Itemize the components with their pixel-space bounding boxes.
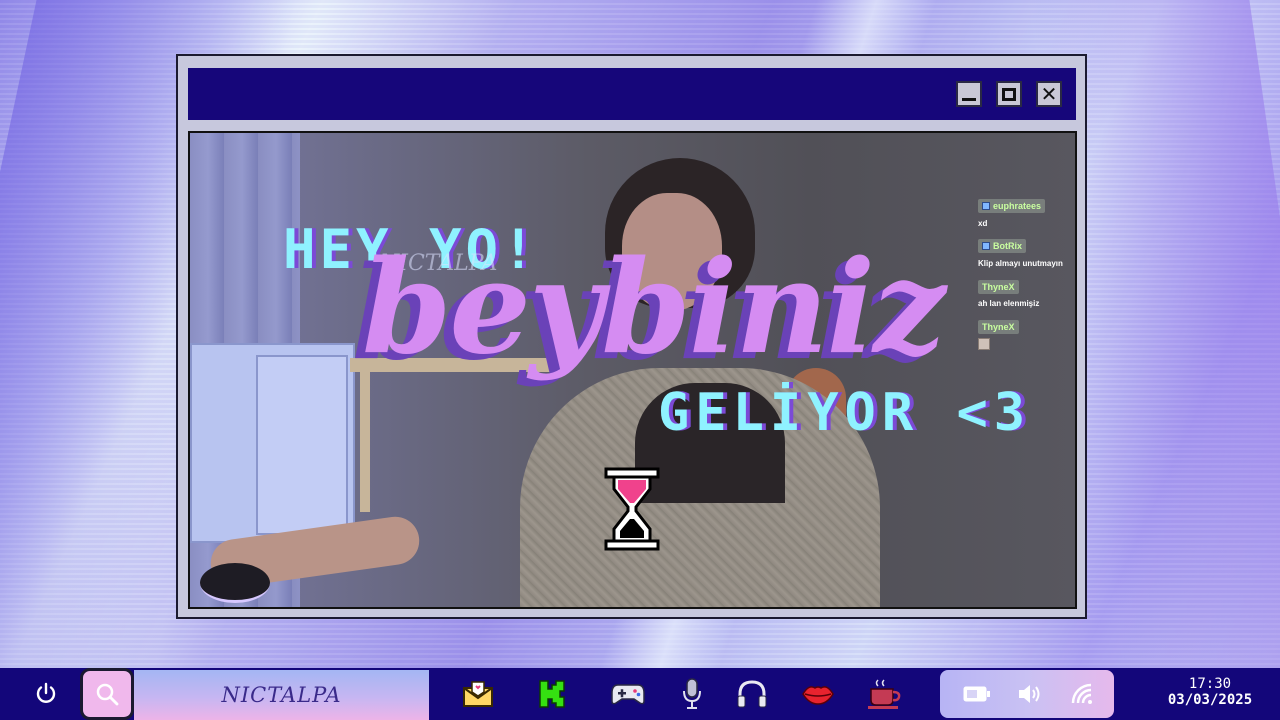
wifi-icon [1071, 683, 1092, 704]
chat-message: ThyneX [978, 317, 1075, 350]
chat-username: ThyneX [982, 322, 1015, 332]
volume-button[interactable] [1015, 680, 1045, 708]
brand-text: NICTALPA [221, 683, 342, 707]
mail-icon [463, 681, 493, 707]
gaming-mouse [200, 563, 270, 603]
chat-text: Klip almayı unutmayın [978, 259, 1063, 268]
background-cabinet [190, 343, 355, 543]
mail-button[interactable] [460, 676, 496, 712]
webcam-video: HEY YO! NICTALPA beybiniz GELİYOR <3 eup… [188, 131, 1077, 609]
chat-message: BotRix Klip almayı unutmayın [978, 237, 1075, 268]
maximize-button[interactable] [996, 81, 1022, 107]
gamepad-icon [611, 684, 645, 705]
badge-icon [982, 242, 990, 250]
headphones-icon [737, 680, 767, 708]
taskbar: NICTALPA 17:30 03/03/2025 [0, 668, 1280, 720]
system-tray [940, 670, 1114, 718]
brand-logo: NICTALPA [134, 670, 429, 720]
battery-icon [963, 686, 990, 702]
lips-icon [802, 686, 834, 705]
emote-icon [978, 338, 990, 350]
battery-button[interactable] [962, 680, 992, 708]
maximize-icon [1002, 87, 1016, 101]
clock[interactable]: 17:30 03/03/2025 [1140, 676, 1280, 708]
chat-message: ThyneX ah lan elenmişiz [978, 277, 1075, 308]
power-button[interactable] [24, 678, 68, 710]
search-button[interactable] [80, 668, 134, 720]
gamepad-button[interactable] [610, 676, 646, 712]
volume-icon [1019, 685, 1040, 703]
close-button[interactable]: ✕ [1036, 81, 1062, 107]
hourglass-icon [604, 467, 660, 551]
power-icon [36, 682, 56, 703]
chat-username: ThyneX [982, 282, 1015, 292]
microphone-icon [683, 678, 701, 709]
minimize-icon [962, 97, 976, 101]
kick-icon [539, 680, 565, 708]
chat-message: euphratees xd [978, 197, 1075, 228]
headline-text: beybiniz [362, 233, 946, 383]
microphone-button[interactable] [674, 676, 710, 712]
wifi-button[interactable] [1068, 680, 1098, 708]
chat-username: euphratees [993, 201, 1042, 211]
chat-text: xd [978, 219, 988, 228]
coffee-button[interactable] [866, 676, 902, 712]
coffee-cup-icon [868, 679, 901, 709]
chat-username: BotRix [993, 241, 1022, 251]
chat-overlay: euphratees xd BotRix Klip almayı unutmay… [978, 197, 1075, 359]
badge-icon [982, 202, 990, 210]
minimize-button[interactable] [956, 81, 982, 107]
kick-button[interactable] [534, 676, 570, 712]
stream-window: ✕ HEY YO! NICTALPA beybiniz GELİYOR <3 e… [176, 54, 1087, 619]
close-icon: ✕ [1040, 82, 1058, 106]
chat-text: ah lan elenmişiz [978, 299, 1040, 308]
lips-button[interactable] [800, 676, 836, 712]
clock-time: 17:30 [1188, 676, 1232, 692]
search-icon [96, 683, 119, 706]
clock-date: 03/03/2025 [1167, 692, 1253, 708]
subline-text: GELİYOR <3 [658, 383, 1032, 443]
headphones-button[interactable] [734, 676, 770, 712]
window-titlebar[interactable]: ✕ [188, 68, 1076, 120]
